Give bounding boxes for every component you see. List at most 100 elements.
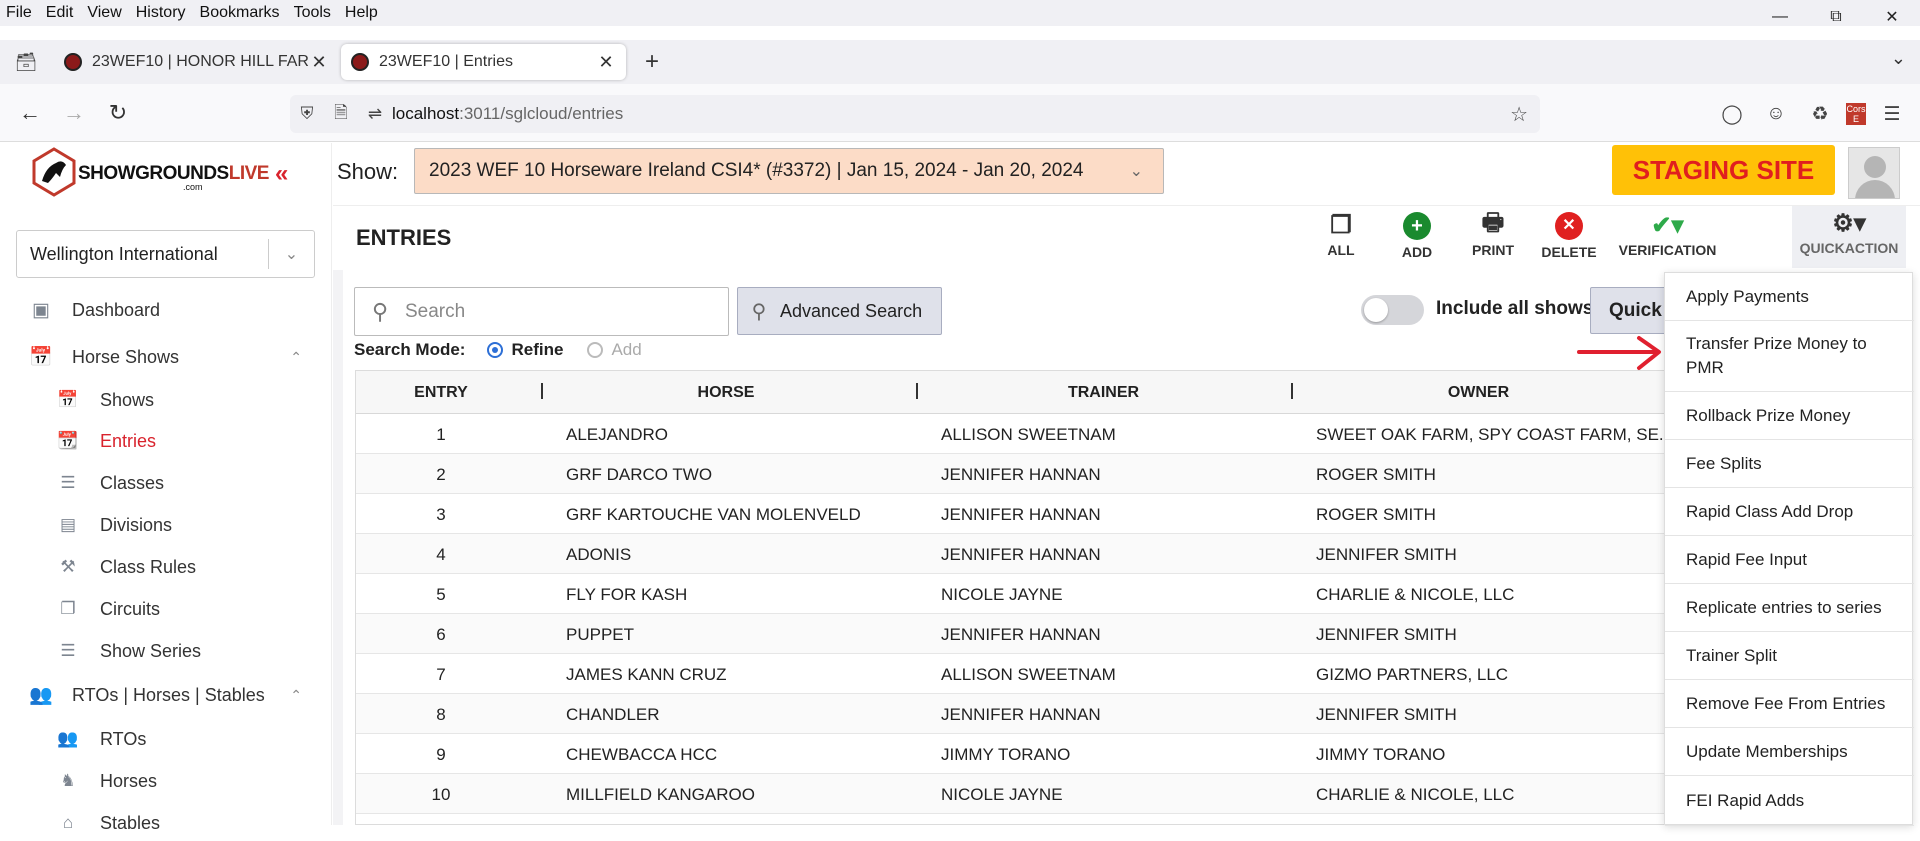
back-icon[interactable]: ← xyxy=(8,91,52,135)
add-radio[interactable] xyxy=(587,342,604,358)
sidebar-item-horse-shows[interactable]: 📅 Horse Shows ⌃ xyxy=(0,339,332,375)
url-bar[interactable]: ⛨ 🗎 ⇌ localhost:3011/sglcloud/entries ☆ xyxy=(290,95,1540,133)
column-resize-handle[interactable] xyxy=(541,383,543,399)
new-tab-icon[interactable]: + xyxy=(632,48,672,76)
sidebar-item-horses[interactable]: ♞ Horses xyxy=(0,763,332,799)
column-header-owner[interactable]: OWNER xyxy=(1291,384,1666,402)
cell-entry: 6 xyxy=(436,625,446,644)
quickaction-menu-item[interactable]: Rapid Fee Input xyxy=(1665,536,1914,584)
column-header-horse[interactable]: HORSE xyxy=(546,384,906,402)
table-row[interactable]: 10 MILLFIELD KANGAROO NICOLE JAYNE CHARLIE … xyxy=(356,774,1674,814)
showgrounds-logo[interactable]: SHOWGROUNDSLIVE .com xyxy=(30,147,269,197)
minimize-icon[interactable]: — xyxy=(1752,0,1808,34)
chevron-down-icon[interactable]: ⌄ xyxy=(268,239,314,269)
quickaction-menu-item[interactable]: Fee Splits xyxy=(1665,440,1914,488)
sidebar-item-divisions[interactable]: ▤ Divisions xyxy=(0,507,332,543)
table-row[interactable]: 3 GRF KARTOUCHE VAN MOLENVELD JENNIFER HAN… xyxy=(356,494,1674,534)
quickaction-menu-item[interactable]: Rollback Prize Money xyxy=(1665,392,1914,440)
table-row[interactable]: 5 FLY FOR KASH NICOLE JAYNE CHARLIE & NICOL… xyxy=(356,574,1674,614)
table-row[interactable]: 2 GRF DARCO TWO JENNIFER HANNAN ROGER SMITH xyxy=(356,454,1674,494)
search-input[interactable]: ⚲ Search xyxy=(354,287,729,336)
sidebar-item-rtos[interactable]: 👥 RTOs xyxy=(0,721,332,757)
warehouse-icon: ⌂ xyxy=(62,813,74,832)
cell-horse: PUPPET xyxy=(566,625,635,644)
quickaction-menu-item[interactable]: FEI Rapid Adds xyxy=(1665,776,1914,826)
sidebar-item-rtos-horses-stables[interactable]: 👥 RTOs | Horses | Stables ⌃ xyxy=(0,677,332,713)
tab-close-icon[interactable]: ✕ xyxy=(596,52,616,73)
quickaction-label: QUICKACTION xyxy=(1799,240,1899,256)
table-row[interactable]: 9 CHEWBACCA HCC JIMMY TORANO JIMMY TORANO xyxy=(356,734,1674,774)
logo-text: SHOWGROUNDSLIVE xyxy=(78,163,269,184)
quickaction-button[interactable]: ⚙▾ QUICKACTION xyxy=(1792,206,1906,268)
cell-horse: GRF KARTOUCHE VAN MOLENVELD xyxy=(566,505,861,524)
cell-trainer: ALLISON SWEETNAM xyxy=(941,665,1116,684)
tab-overflow-chevron-icon[interactable]: ⌄ xyxy=(1891,48,1906,69)
sidebar-item-stables[interactable]: ⌂ Stables xyxy=(0,805,332,841)
advanced-search-button[interactable]: ⚲ Advanced Search xyxy=(737,287,942,335)
extensions-icon[interactable]: ♻ xyxy=(1802,96,1838,132)
quickaction-menu-item[interactable]: Update Memberships xyxy=(1665,728,1914,776)
column-header-trainer[interactable]: TRAINER xyxy=(916,384,1291,402)
app-menu-icon[interactable]: ☰ xyxy=(1874,96,1910,132)
account-icon[interactable]: ☺ xyxy=(1758,96,1794,132)
quickaction-menu-item[interactable]: Rapid Class Add Drop xyxy=(1665,488,1914,536)
menu-tools[interactable]: Tools xyxy=(287,4,338,22)
quickaction-menu-item[interactable]: Replicate entries to series xyxy=(1665,584,1914,632)
cell-trainer: NICOLE JAYNE xyxy=(941,785,1063,804)
tab-list-icon[interactable]: 🗃 xyxy=(0,40,52,84)
shield-icon[interactable]: ⛨ xyxy=(290,104,324,124)
menu-bookmarks[interactable]: Bookmarks xyxy=(193,4,287,22)
show-select[interactable]: 2023 WEF 10 Horseware Ireland CSI4* (#33… xyxy=(414,148,1164,194)
menu-edit[interactable]: Edit xyxy=(39,4,81,22)
table-row[interactable]: 7 JAMES KANN CRUZ ALLISON SWEETNAM GIZMO PA… xyxy=(356,654,1674,694)
sidebar-item-dashboard[interactable]: ▣ Dashboard xyxy=(0,292,332,328)
quickaction-menu-item[interactable]: Apply Payments xyxy=(1665,273,1914,321)
table-row[interactable]: 8 CHANDLER JENNIFER HANNAN JENNIFER SMITH xyxy=(356,694,1674,734)
chevron-up-icon[interactable]: ⌃ xyxy=(290,687,302,704)
sidebar-item-entries[interactable]: 📆 Entries xyxy=(0,423,332,459)
browser-tab-honor-hill[interactable]: 23WEF10 | HONOR HILL FARM ✕ xyxy=(54,44,339,80)
sidebar-item-classes[interactable]: ☰ Classes xyxy=(0,465,332,501)
cell-horse: GRF DARCO TWO xyxy=(566,465,713,484)
forward-icon[interactable]: → xyxy=(52,91,96,135)
quickaction-menu-item[interactable]: Transfer Prize Money to PMR xyxy=(1665,321,1914,392)
delete-button[interactable]: ✕ DELETE xyxy=(1524,208,1614,268)
favicon-icon xyxy=(64,53,82,71)
sidebar-item-show-series[interactable]: ☰ Show Series xyxy=(0,633,332,669)
menu-help[interactable]: Help xyxy=(338,4,385,22)
reload-icon[interactable]: ↻ xyxy=(96,91,140,135)
quickaction-menu-item[interactable]: Trainer Split xyxy=(1665,632,1914,680)
menu-file[interactable]: File xyxy=(0,4,39,22)
table-row[interactable]: 4 ADONIS JENNIFER HANNAN JENNIFER SMITH xyxy=(356,534,1674,574)
verification-button[interactable]: ✔▾ VERIFICATION xyxy=(1619,208,1717,268)
calendar-icon: 📅 xyxy=(29,347,53,368)
include-all-shows-toggle[interactable] xyxy=(1361,295,1424,325)
sidebar-item-class-rules[interactable]: ⚒ Class Rules xyxy=(0,549,332,585)
sidebar-item-shows[interactable]: 📅 Shows xyxy=(0,382,332,418)
sidebar-item-circuits[interactable]: ❐ Circuits xyxy=(0,591,332,627)
company-select[interactable]: Wellington International ⌄ xyxy=(16,230,315,278)
bookmark-star-icon[interactable]: ☆ xyxy=(1510,102,1528,127)
browser-tab-entries[interactable]: 23WEF10 | Entries ✕ xyxy=(341,44,626,80)
pocket-icon[interactable]: ◯ xyxy=(1714,96,1750,132)
avatar[interactable] xyxy=(1848,147,1900,199)
quickaction-menu-item[interactable]: Remove Fee From Entries xyxy=(1665,680,1914,728)
quick-search-button[interactable]: Quick S xyxy=(1590,287,1670,334)
collapse-sidebar-icon[interactable]: « xyxy=(275,160,288,188)
column-header-entry[interactable]: ENTRY xyxy=(356,384,526,402)
cell-entry: 5 xyxy=(436,585,446,604)
refine-radio[interactable] xyxy=(487,342,504,358)
permissions-icon[interactable]: ⇌ xyxy=(358,104,392,124)
tab-close-icon[interactable]: ✕ xyxy=(309,52,329,73)
menu-view[interactable]: View xyxy=(80,4,128,22)
chevron-up-icon[interactable]: ⌃ xyxy=(290,349,302,366)
menu-history[interactable]: History xyxy=(129,4,193,22)
table-row[interactable]: 1 ALEJANDRO ALLISON SWEETNAM SWEET OAK FARM… xyxy=(356,414,1674,454)
close-window-icon[interactable]: ✕ xyxy=(1864,0,1920,34)
company-value: Wellington International xyxy=(30,243,218,264)
table-row[interactable]: 6 PUPPET JENNIFER HANNAN JENNIFER SMITH xyxy=(356,614,1674,654)
page-info-icon[interactable]: 🗎 xyxy=(324,100,358,129)
restore-icon[interactable]: ⧉ xyxy=(1808,0,1864,34)
cors-extension-icon[interactable]: Cors E xyxy=(1846,103,1866,125)
chevron-down-icon[interactable]: ⌄ xyxy=(1130,161,1143,181)
